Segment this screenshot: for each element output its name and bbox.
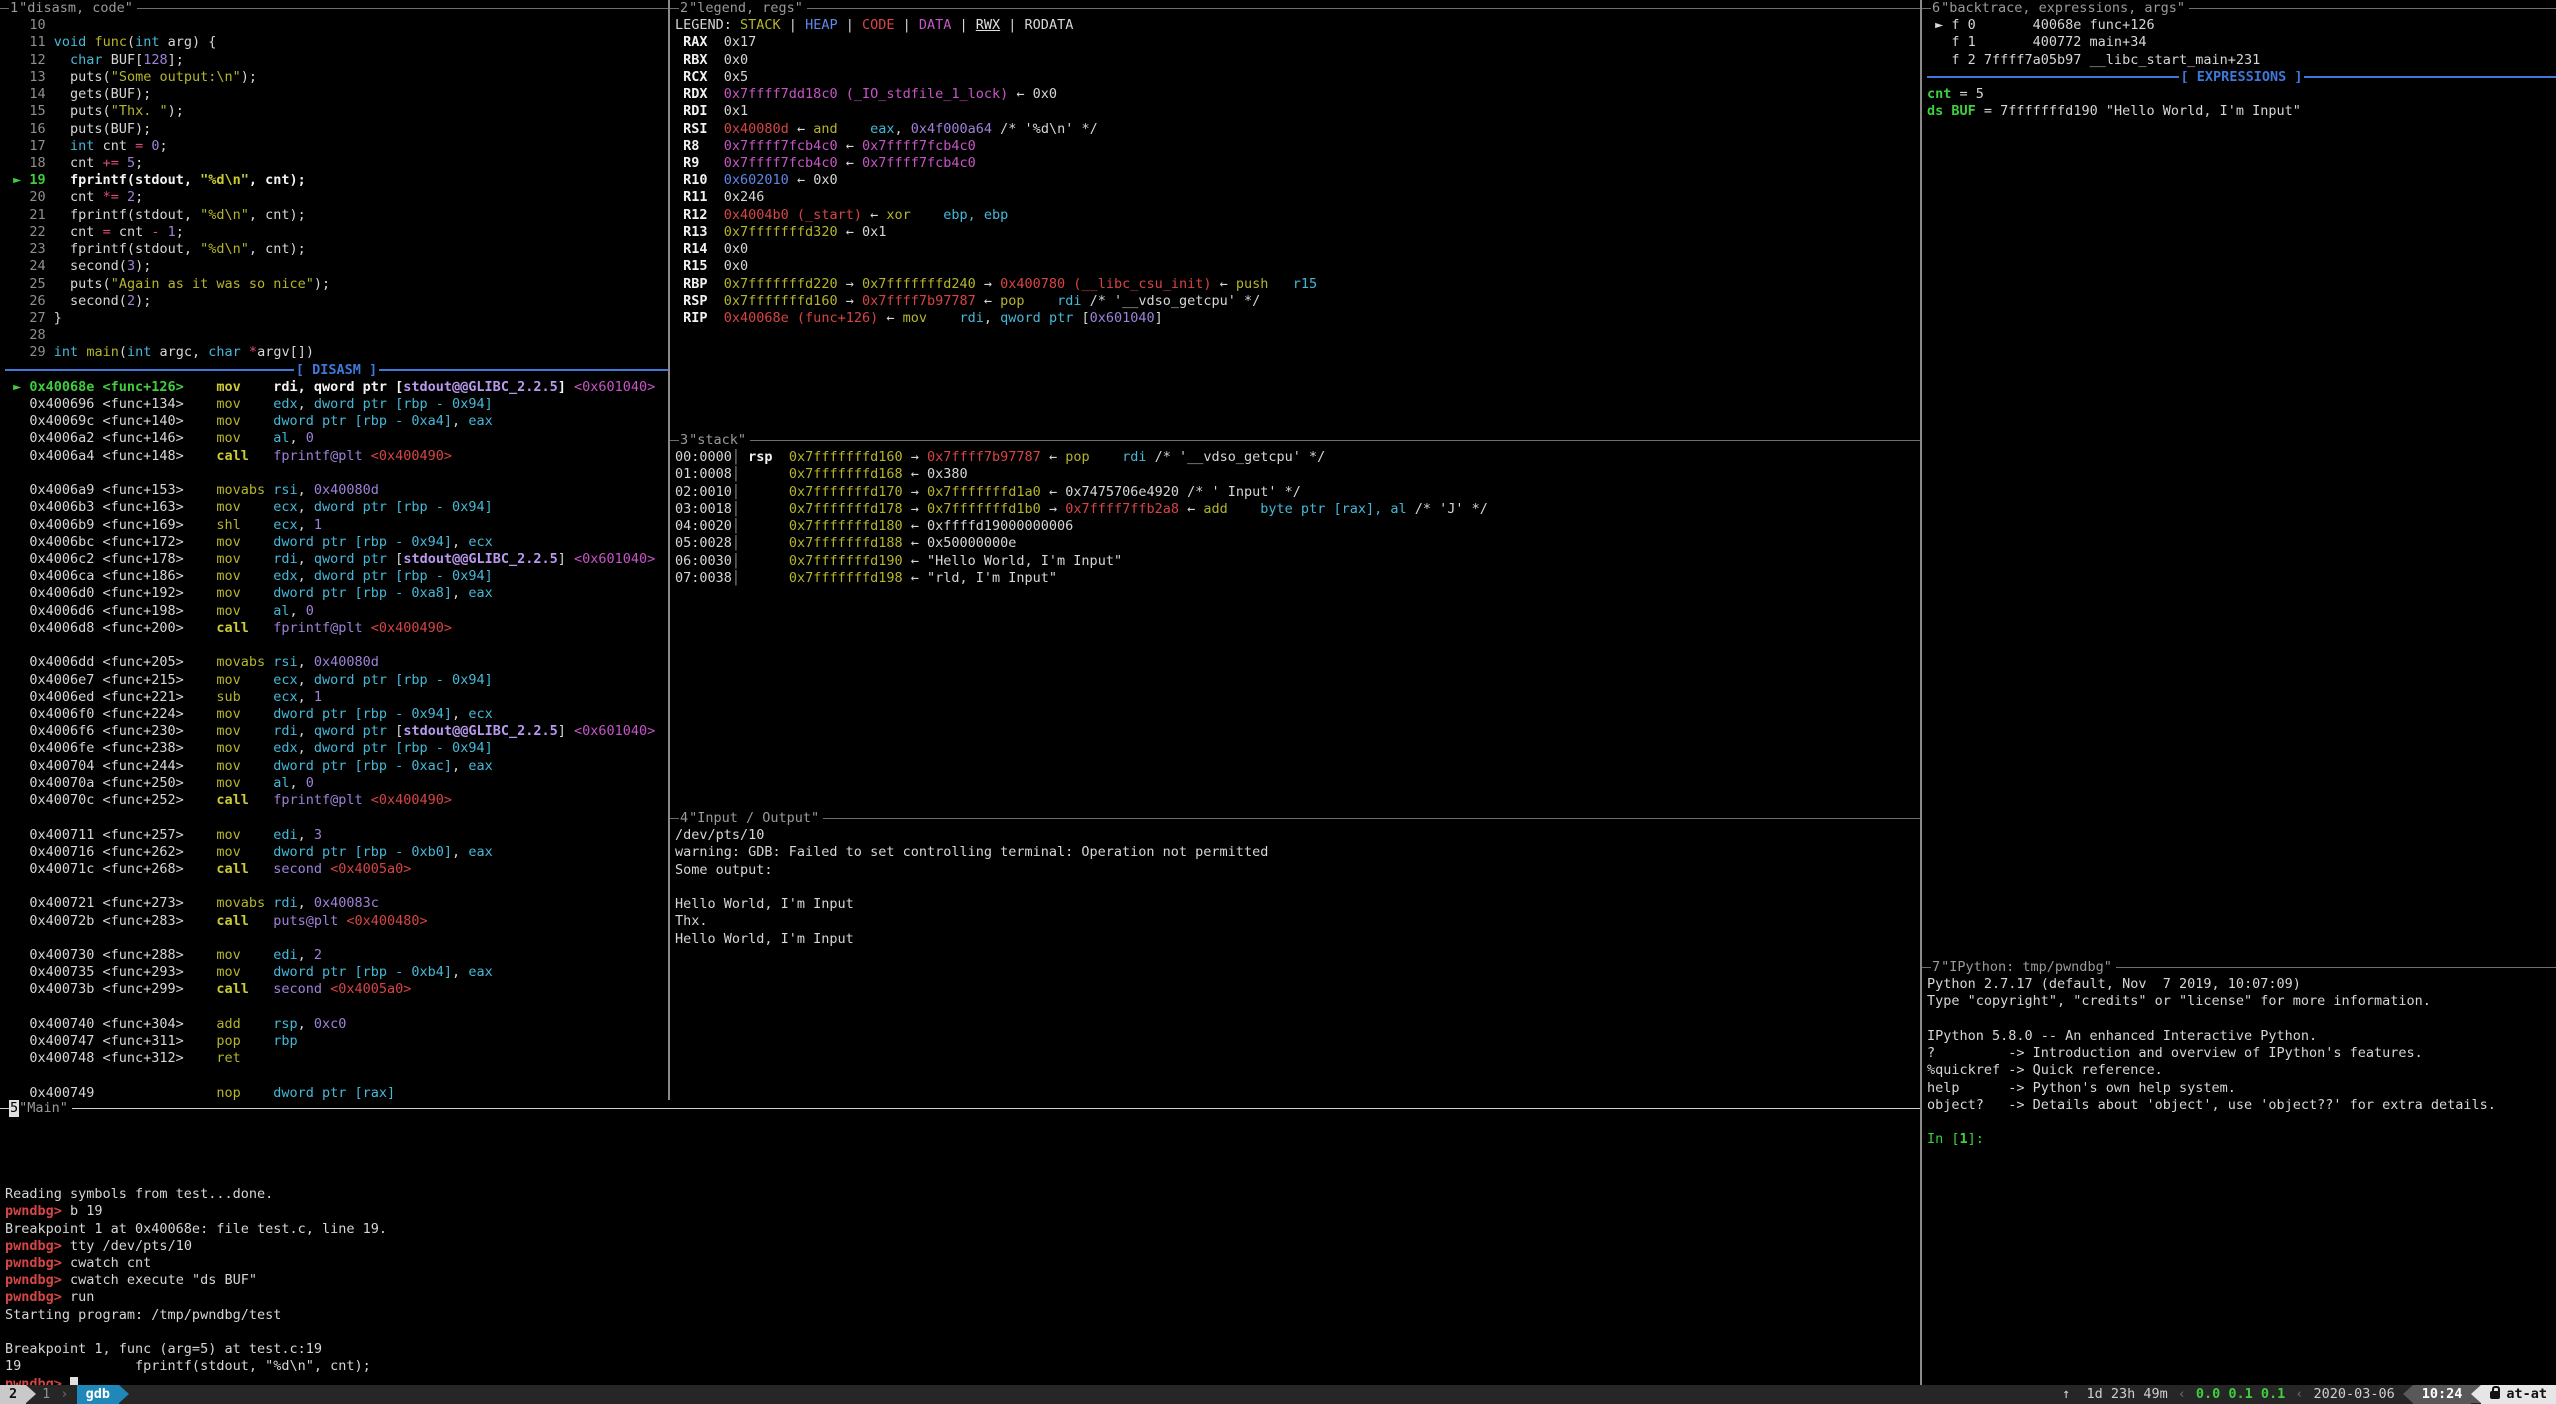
- pane-main-gdb-console[interactable]: 5 "Main" Reading symbols from test...don…: [0, 1100, 1920, 1385]
- load-average: 0.0 0.1 0.1: [2188, 1385, 2293, 1404]
- tmux-window-inactive[interactable]: 1 ›: [36, 1385, 76, 1404]
- pane-border-vertical-right[interactable]: [1920, 0, 1922, 1385]
- chevron-right-icon: ›: [58, 1386, 70, 1402]
- pane-ipython[interactable]: 7 "IPython: tmp/pwndbg" Python 2.7.17 (d…: [1922, 959, 2556, 1385]
- source-code-listing: 10 11 void func(int arg) { 12 char BUF[1…: [0, 17, 668, 361]
- pane-stack[interactable]: 3 "stack" 00:0000│ rsp 0x7fffffffd160 → …: [670, 432, 1920, 810]
- pane-title-disasm-code: 1 "disasm, code": [0, 0, 668, 17]
- backtrace-frames: ► f 0 40068e func+126 f 1 400772 main+34…: [1922, 17, 2556, 69]
- registers-listing: LEGEND: STACK | HEAP | CODE | DATA | RWX…: [670, 17, 1920, 327]
- expressions-separator: [ EXPRESSIONS ]: [1922, 69, 2556, 86]
- tmux-session-badge[interactable]: 2: [0, 1385, 26, 1404]
- disasm-section-separator: [ DISASM ]: [0, 362, 668, 379]
- lock-icon: [2490, 1391, 2500, 1399]
- status-clock: 10:24: [2413, 1385, 2472, 1404]
- tmux-pwndbg-screen: 1 "disasm, code" 10 11 void func(int arg…: [0, 0, 2556, 1404]
- powerline-arrow-icon: [2471, 1385, 2481, 1403]
- pane-backtrace-expressions[interactable]: 6 "backtrace, expressions, args" ► f 0 4…: [1922, 0, 2556, 959]
- tmux-status-bar: 2 1 › gdb ↑ 1d 23h 49m ‹ 0.0 0.1 0.1 ‹ 2…: [0, 1385, 2556, 1404]
- program-output: /dev/pts/10warning: GDB: Failed to set c…: [670, 827, 1920, 948]
- pane-input-output[interactable]: 4 "Input / Output" /dev/pts/10warning: G…: [670, 810, 1920, 1100]
- stack-listing: 00:0000│ rsp 0x7fffffffd160 → 0x7ffff7b9…: [670, 449, 1920, 587]
- pane-title-main: 5 "Main": [0, 1100, 1920, 1117]
- disassembly-listing: ► 0x40068e <func+126> mov rdi, qword ptr…: [0, 379, 668, 1100]
- pane-title-ipython: 7 "IPython: tmp/pwndbg": [1922, 959, 2556, 976]
- tmux-window-active-gdb[interactable]: gdb: [77, 1385, 119, 1404]
- pane-disasm-code[interactable]: 1 "disasm, code" 10 11 void func(int arg…: [0, 0, 668, 1100]
- ipython-banner: Python 2.7.17 (default, Nov 7 2019, 10:0…: [1922, 976, 2556, 1148]
- pane-border-vertical-left[interactable]: [668, 0, 670, 1100]
- pane-title-stack: 3 "stack": [670, 432, 1920, 449]
- powerline-arrow-icon: [119, 1385, 129, 1403]
- status-date: 2020-03-06: [2305, 1385, 2402, 1404]
- pane-title-input-output: 4 "Input / Output": [670, 810, 1920, 827]
- powerline-arrow-icon: [2403, 1385, 2413, 1403]
- pane-legend-regs[interactable]: 2 "legend, regs" LEGEND: STACK | HEAP | …: [670, 0, 1920, 432]
- pane-title-backtrace: 6 "backtrace, expressions, args": [1922, 0, 2556, 17]
- hostname-badge: at-at: [2481, 1385, 2556, 1404]
- chevron-left-icon: ‹: [2176, 1385, 2188, 1404]
- powerline-arrow-icon: [26, 1385, 36, 1403]
- uptime-indicator: ↑ 1d 23h 49m: [2054, 1385, 2176, 1404]
- uptime-arrow-icon: ↑: [2062, 1386, 2070, 1402]
- pane-title-legend-regs: 2 "legend, regs": [670, 0, 1920, 17]
- chevron-left-icon: ‹: [2293, 1385, 2305, 1404]
- watch-expressions: cnt = 5ds BUF = 7fffffffd190 "Hello Worl…: [1922, 86, 2556, 120]
- gdb-console[interactable]: Reading symbols from test...done.pwndbg>…: [0, 1117, 1920, 1385]
- status-bar-spacer: [129, 1385, 2054, 1404]
